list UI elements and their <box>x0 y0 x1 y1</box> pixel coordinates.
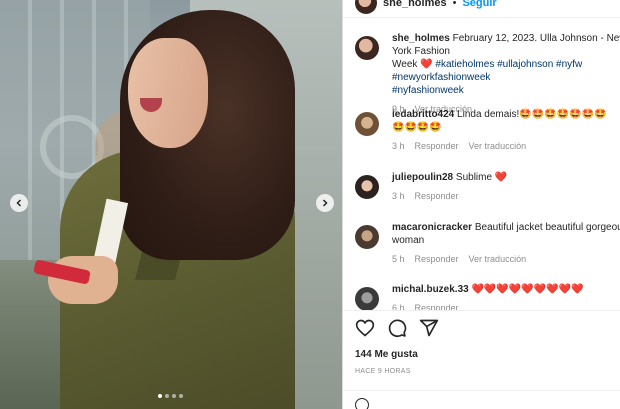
comment-time: 6 h <box>392 303 405 310</box>
carousel-dot <box>158 394 162 398</box>
heart-emoji: ❤️ <box>420 59 433 70</box>
reply-link[interactable]: Responder <box>415 190 459 203</box>
carousel-prev-button[interactable] <box>10 194 28 212</box>
comment-time: 5 h <box>392 254 405 264</box>
action-bar <box>355 318 439 338</box>
avatar[interactable] <box>355 36 379 60</box>
comment-text-cont: woman <box>392 235 425 246</box>
comment-text: Sublime <box>455 172 493 183</box>
comment-time: 3 h <box>392 191 405 201</box>
emoji-icon[interactable] <box>355 398 369 409</box>
heart-emoji: ❤️ <box>494 172 508 183</box>
actions-divider <box>343 310 620 311</box>
reply-link[interactable]: Responder <box>415 302 459 310</box>
avatar[interactable] <box>355 175 379 199</box>
chevron-right-icon <box>322 199 328 207</box>
avatar[interactable] <box>355 287 379 310</box>
caption-username[interactable]: she_holmes <box>392 33 450 44</box>
subject-face <box>128 38 208 148</box>
post-timestamp: HACE 9 HORAS <box>355 368 411 375</box>
post-sidebar: she_holmes • Seguir she_holmes February … <box>342 0 620 409</box>
header-separator: • <box>452 0 457 9</box>
comment-icon[interactable] <box>387 318 407 338</box>
comment-time: 3 h <box>392 141 405 151</box>
comment-emojis: 🤩🤩🤩🤩 <box>392 122 442 133</box>
heart-icon[interactable] <box>355 318 375 338</box>
comment-text: Beautiful jacket beautiful gorgeous <box>474 222 620 233</box>
carousel-dot <box>172 394 176 398</box>
comment-username[interactable]: macaronicracker <box>392 222 472 233</box>
carousel-dot <box>179 394 183 398</box>
comment-emojis: ❤️❤️❤️❤️❤️❤️❤️❤️❤️ <box>471 284 584 295</box>
caption-hashtag[interactable]: #nyfashionweek <box>392 85 464 96</box>
carousel-dot <box>165 394 169 398</box>
share-icon[interactable] <box>419 318 439 338</box>
header-divider <box>343 17 620 18</box>
likes-count[interactable]: 144 Me gusta <box>355 349 418 360</box>
post-header: she_holmes • Seguir <box>355 0 497 14</box>
comment-username[interactable]: iedabritto424 <box>392 109 454 120</box>
reply-link[interactable]: Responder <box>415 140 459 153</box>
comment-username[interactable]: juliepoulin28 <box>392 172 453 183</box>
chevron-left-icon <box>16 199 22 207</box>
avatar[interactable] <box>355 0 377 14</box>
follow-button[interactable]: Seguir <box>462 0 496 9</box>
carousel-indicator <box>158 394 183 398</box>
comment-box-divider <box>343 390 620 391</box>
translate-link[interactable]: Ver traducción <box>469 253 527 266</box>
post-photo[interactable] <box>0 0 342 409</box>
avatar[interactable] <box>355 112 379 136</box>
translate-link[interactable]: Ver traducción <box>469 140 527 153</box>
caption-text-cont: Week <box>392 59 421 70</box>
comment-emojis: 🤩🤩🤩🤩🤩🤩🤩 <box>519 109 607 120</box>
carousel-next-button[interactable] <box>316 194 334 212</box>
reply-link[interactable]: Responder <box>415 253 459 266</box>
author-username[interactable]: she_holmes <box>383 0 447 9</box>
comments-list[interactable]: she_holmes February 12, 2023. Ulla Johns… <box>343 28 620 310</box>
comment-text: Linda demais! <box>457 109 520 120</box>
avatar[interactable] <box>355 225 379 249</box>
comment-username[interactable]: michal.buzek.33 <box>392 284 469 295</box>
